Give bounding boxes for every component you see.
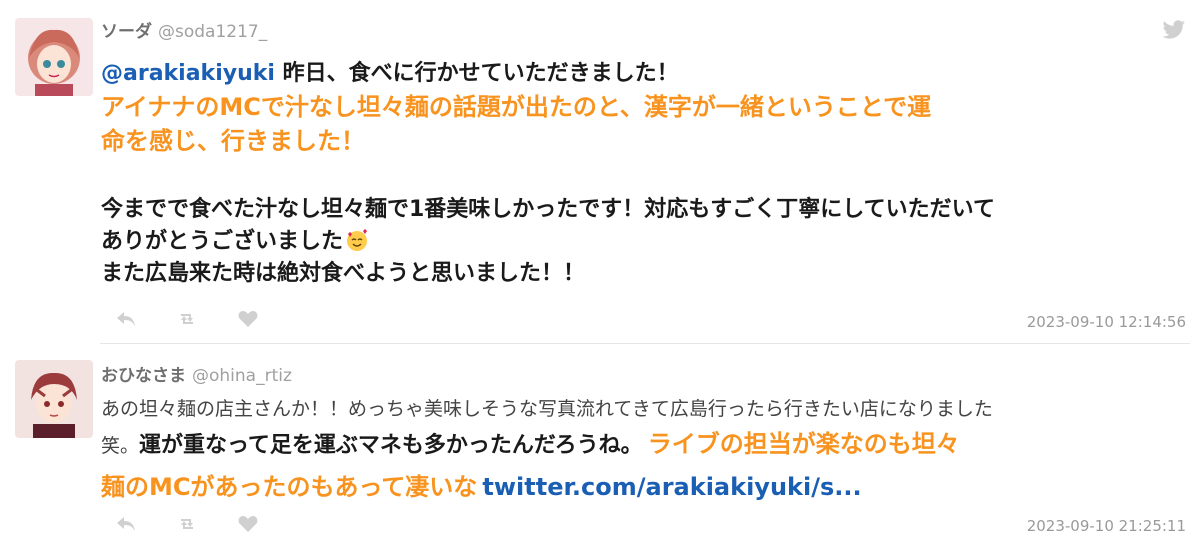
tweet-card: ソーダ @soda1217_ @arakiakiyuki 昨日、食べに行かせていた… bbox=[0, 0, 1200, 338]
tweet-line: 麺のMCがあったのもあって凄いな twitter.com/arakiakiyuk… bbox=[101, 467, 1191, 510]
tweet-body: @arakiakiyuki 昨日、食べに行かせていただきました！ アイナナのMC… bbox=[101, 58, 1191, 290]
highlight-text: 麺のMCがあったのもあって凄いな bbox=[101, 473, 478, 501]
tweet-body: あの坦々麺の店主さんか！！めっちゃ美味しそうな写真流れてきて広島行ったら行きたい… bbox=[101, 394, 1191, 510]
user-handle[interactable]: @soda1217_ bbox=[158, 22, 267, 42]
tweet-actions bbox=[115, 513, 293, 533]
tweet-line: ありがとうございました bbox=[101, 226, 1191, 258]
like-icon[interactable] bbox=[237, 515, 259, 533]
display-name[interactable]: ソーダ bbox=[101, 22, 152, 42]
mention-link[interactable]: @arakiakiyuki bbox=[101, 61, 275, 86]
highlight-text: ライブの担当が楽なのも坦々 bbox=[647, 430, 960, 458]
tweet-actions bbox=[115, 308, 293, 328]
highlight-text: アイナナのMCで汁なし坦々麺の話題が出たのと、漢字が一緒ということで運 bbox=[101, 93, 932, 121]
reply-icon[interactable] bbox=[115, 515, 137, 533]
divider bbox=[100, 343, 1190, 344]
tweet-text: ありがとうございました bbox=[101, 229, 344, 254]
tweet-line: @arakiakiyuki 昨日、食べに行かせていただきました！ bbox=[101, 58, 1191, 90]
user-handle[interactable]: @ohina_rtiz bbox=[192, 366, 292, 386]
tweet-text: 昨日、食べに行かせていただきました！ bbox=[274, 61, 679, 86]
retweet-icon[interactable] bbox=[176, 310, 198, 328]
twitter-bird-icon[interactable] bbox=[1162, 20, 1186, 40]
reply-icon[interactable] bbox=[115, 310, 137, 328]
tweet-text: 笑。 bbox=[101, 435, 140, 457]
tweet-header: ソーダ @soda1217_ bbox=[101, 17, 267, 42]
timestamp[interactable]: 2023-09-10 12:14:56 bbox=[1027, 313, 1186, 331]
timestamp[interactable]: 2023-09-10 21:25:11 bbox=[1027, 517, 1186, 535]
tweet-link[interactable]: twitter.com/arakiakiyuki/s... bbox=[482, 473, 861, 501]
tweet-text: 運が重なって足を運ぶマネも多かったんだろうね。 bbox=[139, 433, 643, 458]
tweet-text: また広島来た時は絶対食べようと思いました！！ bbox=[101, 261, 586, 286]
tweet-text: 今までで食べた汁なし坦々麺で1番美味しかったです！対応もすごく丁寧にしていただい… bbox=[101, 197, 995, 222]
display-name[interactable]: おひなさま bbox=[101, 366, 186, 386]
tweet-header: おひなさま @ohina_rtiz bbox=[101, 361, 292, 386]
retweet-icon[interactable] bbox=[176, 515, 198, 533]
smiling-face-with-hearts-emoji bbox=[347, 229, 368, 251]
tweet-card: おひなさま @ohina_rtiz あの坦々麺の店主さんか！！めっちゃ美味しそうな… bbox=[0, 346, 1200, 549]
avatar[interactable] bbox=[15, 360, 93, 438]
like-icon[interactable] bbox=[237, 310, 259, 328]
tweet-text: あの坦々麺の店主さんか！！めっちゃ美味しそうな写真流れてきて広島行ったら行きたい… bbox=[101, 398, 993, 420]
tweet-line: 笑。運が重なって足を運ぶマネも多かったんだろうね。 ライブの担当が楽なのも坦々 bbox=[101, 424, 1191, 467]
avatar[interactable] bbox=[15, 18, 93, 96]
highlight-text: 命を感じ、行きました！ bbox=[101, 127, 365, 155]
